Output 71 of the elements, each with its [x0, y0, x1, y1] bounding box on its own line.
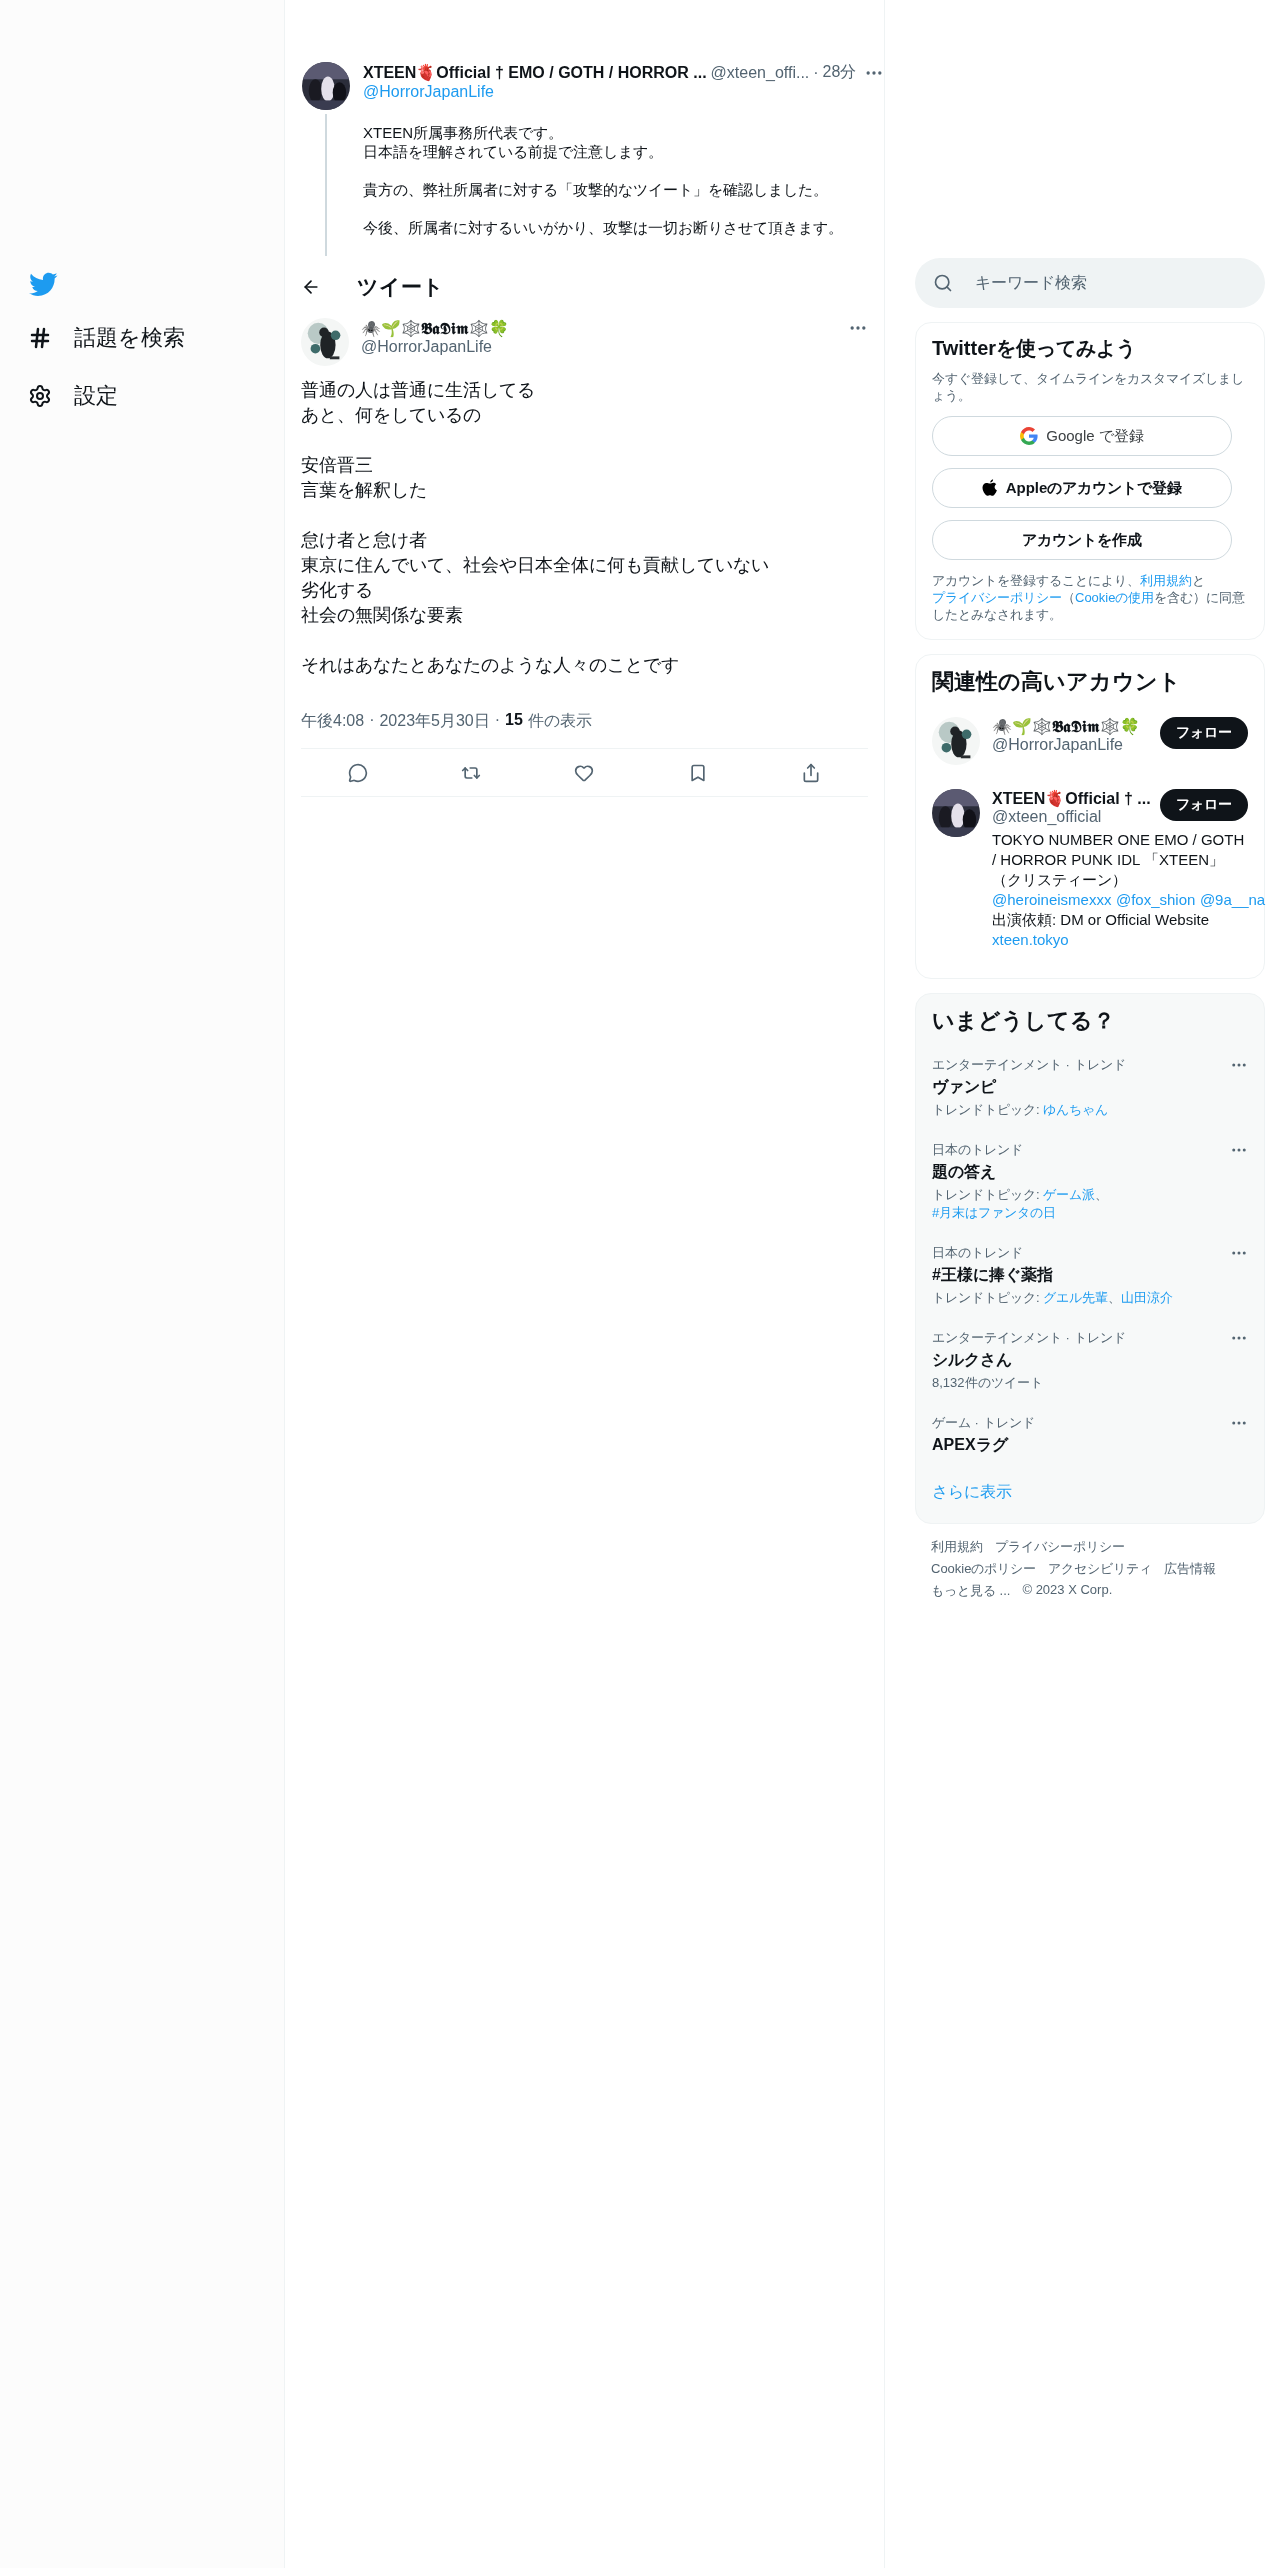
trend-item[interactable]: ゲーム · トレンド APEXラグ — [932, 1404, 1248, 1468]
tweet-count: 8,132件のツイート — [932, 1374, 1044, 1392]
signup-button[interactable]: Google で登録 — [932, 416, 1232, 456]
tweet-text: 怠け者と怠け者 東京に住んでいて、社会や日本全体に何も貢献していない 劣化する 社会の無関係な要素 — [301, 529, 770, 627]
trend-name: ヴァンピ — [932, 1077, 997, 1097]
account-name[interactable]: XTEEN🫀Official † ... — [992, 789, 1151, 808]
share-icon[interactable] — [801, 762, 822, 783]
view-label: 件の表示 — [527, 711, 592, 731]
footer-link[interactable]: もっと見る ... — [931, 1582, 1011, 1600]
reply-icon[interactable] — [347, 762, 368, 783]
account-handle[interactable]: @xteen_official — [992, 808, 1151, 826]
view-count: 15 — [505, 711, 523, 730]
card-subtitle: 今すぐ登録して、タイムラインをカスタマイズしましょう。 — [932, 370, 1245, 404]
tweet-time[interactable]: 午後4:08 — [301, 711, 365, 732]
settings-icon — [28, 384, 52, 408]
author-name[interactable]: 🕷🌱🕸𝕭𝖆𝕯𝖎𝖒🕸🍀 — [361, 318, 509, 338]
author-handle[interactable]: @xteen_offi... — [710, 63, 810, 82]
trend-category: ゲーム · トレンド — [932, 1414, 1035, 1432]
bird-logo-icon[interactable] — [28, 272, 58, 298]
account-handle[interactable]: @HorrorJapanLife — [992, 736, 1140, 754]
trend-item[interactable]: エンターテインメント · トレンド シルクさん 8,132件のツイート — [932, 1319, 1248, 1404]
author-handle[interactable]: @HorrorJapanLife — [361, 338, 868, 356]
google-logo-icon — [1020, 427, 1039, 445]
trend-name: 題の答え — [932, 1162, 997, 1182]
nav-item[interactable]: 設定 — [28, 378, 284, 414]
page-title: ツイート — [357, 274, 444, 300]
footer-link[interactable]: 利用規約 — [931, 1538, 983, 1556]
footer-link[interactable]: アクセシビリティ — [1048, 1560, 1153, 1578]
apple-logo-icon — [981, 479, 998, 497]
trend-topics: トレンドトピック: ゲーム派、 #月末はファンタの日 — [932, 1186, 1110, 1222]
card-title: いまどうしてる？ — [932, 1007, 1116, 1035]
trend-topics: トレンドトピック: ゆんちゃん — [932, 1101, 1110, 1119]
card-title: 関連性の高いアカウント — [932, 668, 1182, 696]
footer-link[interactable]: Cookieのポリシー — [931, 1560, 1037, 1578]
footer-link[interactable]: プライバシーポリシー — [995, 1538, 1125, 1556]
trend-name: #王様に捧ぐ薬指 — [932, 1265, 1054, 1285]
tweet-text: XTEEN所属事務所代表です。 日本語を理解されている前提で注意します。 — [363, 123, 664, 161]
follow-button[interactable]: フォロー — [1160, 789, 1248, 821]
search-field[interactable]: キーワード検索 — [915, 258, 1265, 308]
trend-item[interactable]: 日本のトレンド 題の答え トレンドトピック: ゲーム派、 #月末はファンタの日 — [932, 1131, 1248, 1234]
trend-category: 日本のトレンド — [932, 1244, 1024, 1262]
separator: · — [813, 63, 819, 82]
tweet-text: それはあなたとあなたのような人々のことです — [301, 654, 680, 677]
follow-button[interactable]: フォロー — [1160, 717, 1248, 749]
tweet-time[interactable]: 28分 — [822, 62, 857, 83]
footer-link[interactable]: © 2023 X Corp. — [1022, 1582, 1113, 1600]
trend-category: エンターテインメント · トレンド — [932, 1056, 1126, 1074]
tweet-date[interactable]: 2023年5月30日 — [379, 711, 490, 732]
legal-text: アカウントを登録することにより、利用規約 と プライバシーポリシー（Cookieの使用を含む）に同意したとみなされます。 — [932, 572, 1247, 623]
trend-name: シルクさん — [932, 1350, 1013, 1370]
separator: · — [494, 711, 501, 730]
signup-button[interactable]: Appleのアカウントで登録 — [932, 468, 1232, 508]
tweet-text: 安倍晋三 言葉を解釈した — [301, 454, 428, 502]
heart-icon[interactable] — [574, 762, 595, 783]
card-title: Twitterを使ってみよう — [932, 336, 1138, 361]
tweet-text: 貴方の、弊社所属者に対する「攻撃的なツイート」を確認しました。 — [363, 180, 829, 199]
trend-category: エンターテインメント · トレンド — [932, 1329, 1126, 1347]
trend-category: 日本のトレンド — [932, 1141, 1024, 1159]
author-name[interactable]: XTEEN🫀Official † EMO / GOTH / HORROR ... — [363, 63, 707, 82]
trend-name: APEXラグ — [932, 1435, 1010, 1455]
tweet-text: 普通の人は普通に生活してる あと、何をしているの — [301, 379, 536, 427]
hash-icon — [28, 326, 52, 350]
trend-item[interactable]: エンターテインメント · トレンド ヴァンピ トレンドトピック: ゆんちゃん — [932, 1046, 1248, 1131]
footer-link[interactable]: 広告情報 — [1164, 1560, 1217, 1578]
tweet-text: 今後、所属者に対するいいがかり、攻撃は一切お断りさせて頂きます。 — [363, 218, 844, 237]
nav-item[interactable]: 話題を検索 — [28, 320, 284, 356]
trend-item[interactable]: 日本のトレンド #王様に捧ぐ薬指 トレンドトピック: グエル先輩、山田涼介 — [932, 1234, 1248, 1319]
separator: · — [369, 711, 375, 730]
account-name[interactable]: 🕷🌱🕸𝕭𝖆𝕯𝖎𝖒🕸🍀 — [992, 717, 1140, 736]
signup-button[interactable]: アカウントを作成 — [932, 520, 1232, 560]
trend-topics: トレンドトピック: グエル先輩、山田涼介 — [932, 1289, 1174, 1307]
